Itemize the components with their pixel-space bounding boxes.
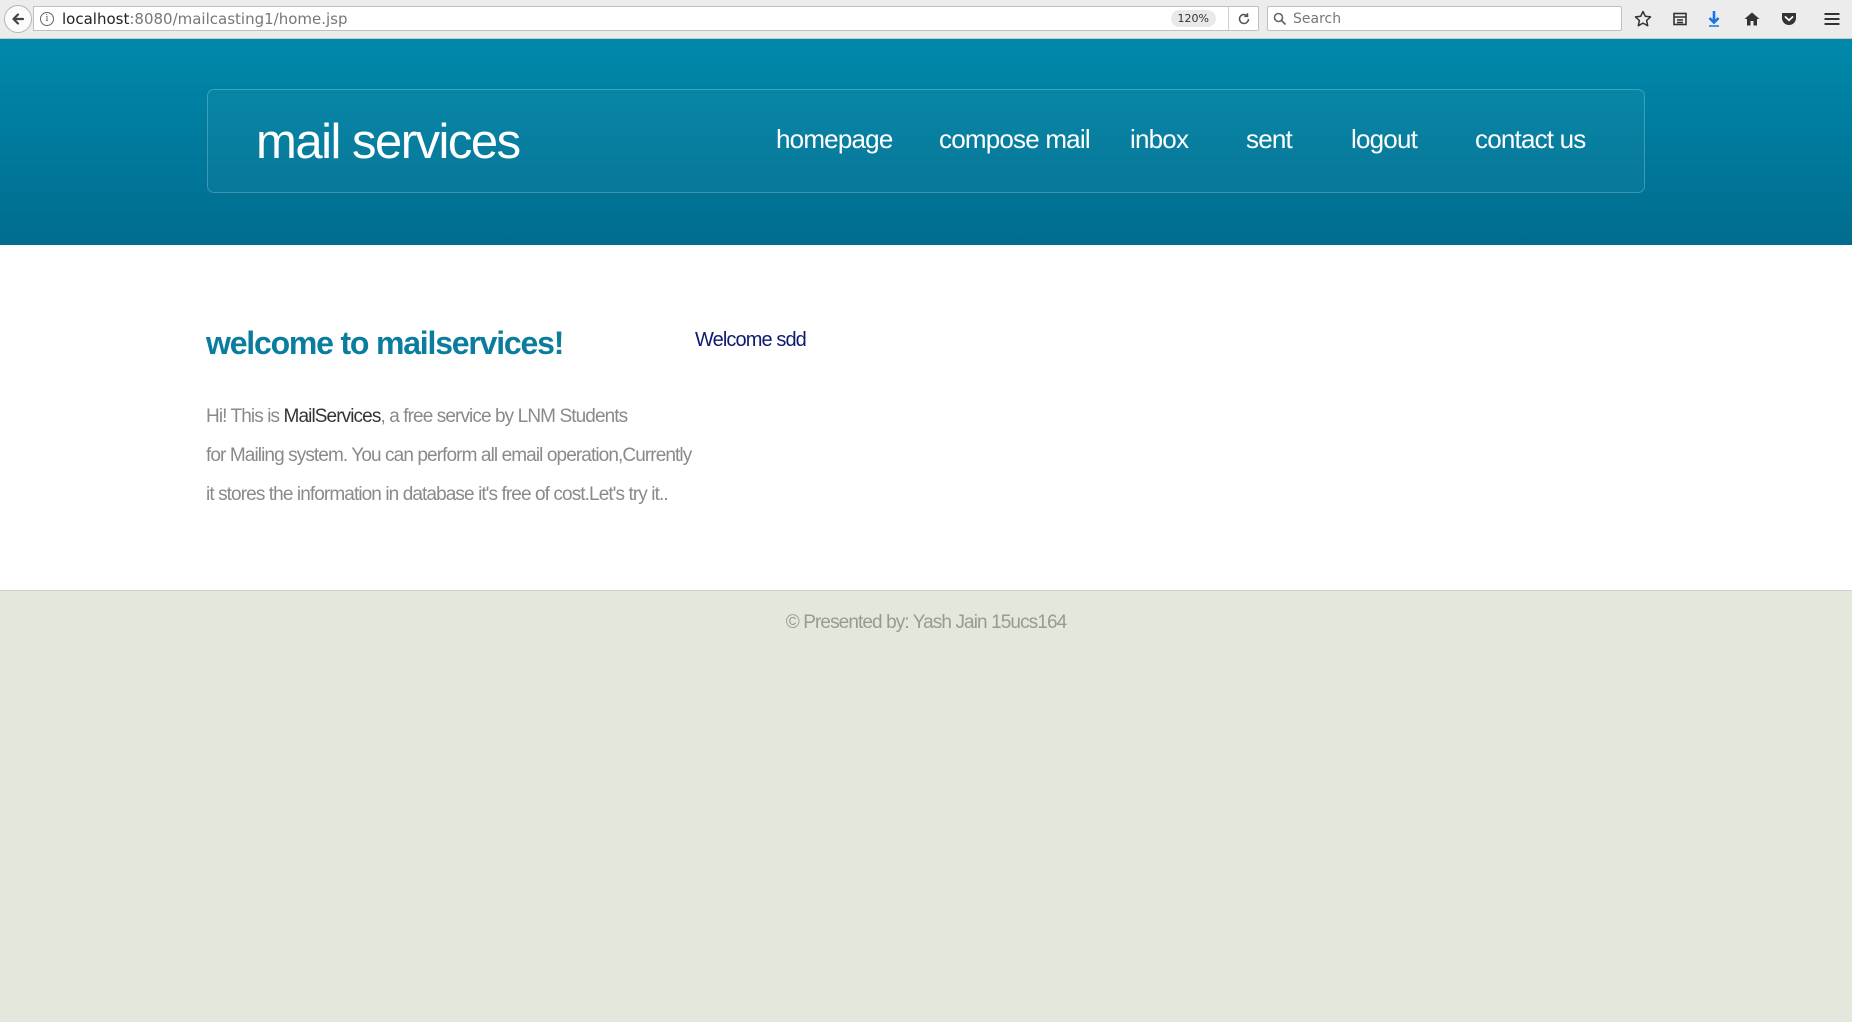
main-content: welcome to mailservices! Hi! This is Mai… (0, 245, 1852, 591)
main-menu-button[interactable] (1819, 7, 1845, 31)
bookmark-star-button[interactable] (1630, 7, 1656, 31)
site-header: mail services homepage compose mail inbo… (0, 39, 1852, 245)
intro-line-2: for Mailing system. You can perform all … (206, 445, 692, 466)
address-bar[interactable]: i localhost:8080/mailcasting1/home.jsp 1… (33, 6, 1259, 31)
url-host: localhost (62, 9, 130, 28)
download-icon (1708, 11, 1720, 27)
nav-compose-mail[interactable]: compose mail (939, 124, 1091, 155)
reload-icon (1238, 12, 1249, 24)
url-path: :8080/mailcasting1/home.jsp (129, 9, 348, 28)
url-text[interactable]: localhost:8080/mailcasting1/home.jsp (62, 10, 348, 28)
downloads-button[interactable] (1701, 7, 1727, 31)
search-icon (1273, 12, 1287, 25)
footer-credit: © Presented by: Yash Jain 15ucs164 (785, 612, 1067, 633)
home-icon (1744, 12, 1760, 26)
nav-contact-us[interactable]: contact us (1475, 124, 1586, 155)
site-footer: © Presented by: Yash Jain 15ucs164 (0, 592, 1852, 1022)
intro-line-1-start: Hi! This is (206, 406, 284, 427)
main-nav: homepage compose mail inbox sent logout … (208, 124, 1644, 164)
intro-line-1-end: , a free service by LNM Students (380, 406, 628, 427)
header-panel: mail services homepage compose mail inbo… (207, 89, 1645, 193)
nav-logout[interactable]: logout (1351, 124, 1418, 155)
reading-list-button[interactable] (1667, 7, 1693, 31)
star-icon (1634, 10, 1652, 27)
info-icon[interactable]: i (40, 11, 54, 26)
intro-paragraph: Hi! This is MailServices, a free service… (206, 397, 692, 514)
user-greeting: Welcome sdd (695, 329, 807, 351)
reload-button[interactable] (1228, 7, 1258, 30)
reading-list-icon (1673, 12, 1687, 26)
back-button[interactable] (4, 5, 32, 33)
pocket-icon (1782, 13, 1796, 25)
search-input[interactable] (1293, 10, 1613, 27)
welcome-heading: welcome to mailservices! (206, 325, 564, 361)
nav-homepage[interactable]: homepage (776, 124, 893, 155)
search-box[interactable] (1267, 6, 1622, 31)
intro-line-1: Hi! This is MailServices, a free service… (206, 397, 686, 436)
nav-sent[interactable]: sent (1246, 124, 1293, 155)
menu-icon (1824, 13, 1840, 25)
zoom-level-badge[interactable]: 120% (1170, 10, 1216, 27)
intro-line-3: it stores the information in database it… (206, 484, 669, 505)
browser-toolbar: i localhost:8080/mailcasting1/home.jsp 1… (0, 0, 1852, 39)
back-arrow-icon (12, 13, 25, 25)
pocket-button[interactable] (1776, 7, 1802, 31)
home-button[interactable] (1739, 7, 1765, 31)
nav-inbox[interactable]: inbox (1130, 124, 1189, 155)
brand-name: MailServices (283, 406, 382, 427)
